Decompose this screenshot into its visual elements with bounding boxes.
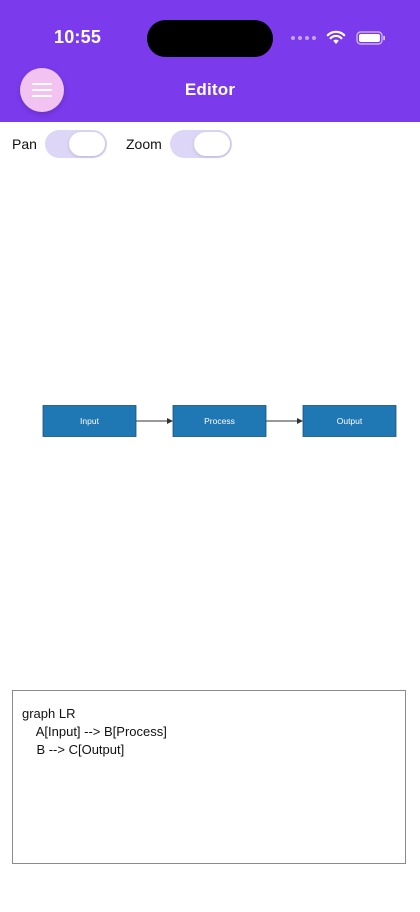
diagram-node-label: Input xyxy=(80,416,100,426)
zoom-toggle[interactable] xyxy=(169,130,232,158)
top-app-bar: 10:55 Editor xyxy=(0,0,420,122)
diagram-node-label: Output xyxy=(337,416,363,426)
battery-icon xyxy=(356,30,386,45)
pan-toggle-group: Pan xyxy=(12,130,107,158)
diagram-node-label: Process xyxy=(204,416,235,426)
status-icons xyxy=(291,30,386,45)
diagram-node-process[interactable]: Process xyxy=(172,405,267,437)
diagram-canvas[interactable]: Input Process Output xyxy=(0,170,420,680)
code-line: A[Input] --> B[Process] xyxy=(22,724,167,739)
diagram-node-output[interactable]: Output xyxy=(302,405,397,437)
wifi-icon xyxy=(326,30,346,45)
cellular-signal-icon xyxy=(291,35,316,40)
diagram-source-editor[interactable]: graph LR A[Input] --> B[Process] B --> C… xyxy=(12,690,406,864)
code-line: B --> C[Output] xyxy=(22,742,125,757)
page-title: Editor xyxy=(184,80,236,99)
pan-toggle-label: Pan xyxy=(12,136,37,152)
code-line: graph LR xyxy=(22,706,76,721)
dynamic-island xyxy=(147,20,273,57)
diagram-node-input[interactable]: Input xyxy=(42,405,137,437)
zoom-toggle-knob xyxy=(193,132,230,156)
zoom-toggle-group: Zoom xyxy=(126,130,232,158)
pan-toggle-knob xyxy=(68,132,105,156)
pan-toggle[interactable] xyxy=(44,130,107,158)
diagram-svg: Input Process Output xyxy=(42,405,397,437)
zoom-toggle-label: Zoom xyxy=(126,136,162,152)
status-time: 10:55 xyxy=(54,27,102,47)
